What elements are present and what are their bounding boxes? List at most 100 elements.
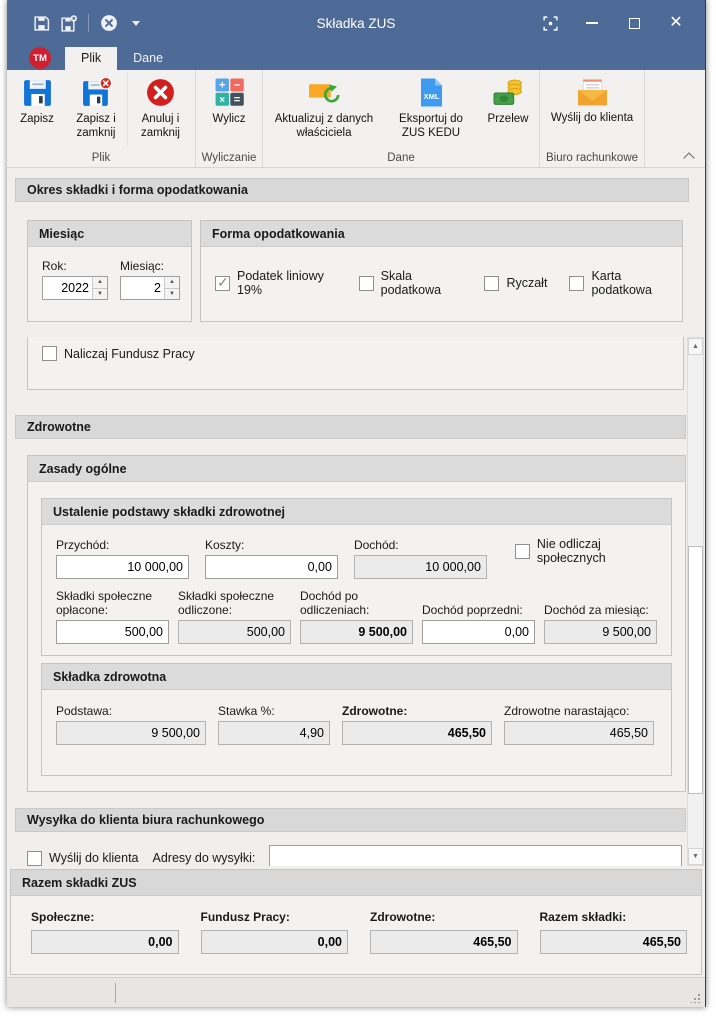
checkbox-box[interactable] — [27, 851, 42, 866]
podstawa-field: Podstawa: — [56, 704, 206, 745]
qat-separator — [88, 14, 89, 32]
rok-input[interactable] — [43, 277, 92, 299]
rok-stepper[interactable] — [42, 276, 108, 300]
button-label: Zapisz i zamknij — [68, 112, 124, 141]
close-button[interactable] — [655, 7, 697, 39]
spin-down-icon[interactable] — [165, 288, 179, 300]
checkbox-box[interactable] — [515, 544, 530, 559]
przychod-field: Przychód: — [56, 538, 189, 579]
vertical-scrollbar[interactable] — [687, 337, 704, 866]
groupbox-title: Składka zdrowotna — [42, 664, 671, 690]
zapisz-button[interactable]: Zapisz — [9, 72, 65, 146]
razem-fundusz-field: Fundusz Pracy: — [201, 910, 349, 954]
spoleczne-groupbox-clipped: Naliczaj Fundusz Pracy — [27, 337, 684, 390]
razem-skladki-section: Razem składki ZUS Społeczne: Fundusz Pra… — [10, 869, 702, 975]
wylicz-button[interactable]: + − × = Wylicz — [198, 72, 260, 146]
tab-dane[interactable]: Dane — [117, 47, 179, 70]
xml-file-icon: XML — [416, 77, 447, 108]
capture-button[interactable] — [529, 7, 571, 39]
razem-spoleczne-input — [31, 930, 179, 954]
maximize-button[interactable] — [613, 7, 655, 39]
eksportuj-button[interactable]: XML Eksportuj do ZUS KEDU — [383, 72, 479, 146]
field-label: Razem składki: — [540, 910, 688, 924]
anuluj-i-zamknij-button[interactable]: Anuluj i zamknij — [127, 72, 193, 146]
checkbox-karta-podatkowa[interactable]: Karta podatkowa — [569, 269, 672, 297]
checkbox-box[interactable] — [484, 276, 499, 291]
przychod-input[interactable] — [56, 555, 189, 579]
quick-save-close-button[interactable] — [58, 13, 78, 33]
checkbox-box[interactable] — [569, 276, 584, 291]
miesiac-input[interactable] — [121, 277, 164, 299]
checkbox-label: Karta podatkowa — [591, 269, 672, 297]
razem-spoleczne-field: Społeczne: — [31, 910, 179, 954]
razem-zdrowotne-field: Zdrowotne: — [370, 910, 518, 954]
spoleczne-odliczone-input — [178, 620, 291, 644]
field-label: Dochód za miesiąc: — [544, 587, 657, 617]
checkbox-label: Nie odliczaj społecznych — [537, 537, 657, 565]
checkbox-wyslij-do-klienta[interactable]: Wyślij do klienta — [27, 851, 139, 866]
svg-text:−: − — [233, 79, 239, 91]
quick-cancel-button[interactable] — [99, 13, 119, 33]
button-label: Wyślij do klienta — [551, 111, 633, 125]
quick-save-button[interactable] — [31, 13, 51, 33]
checkbox-skala-podatkowa[interactable]: Skala podatkowa — [359, 269, 463, 297]
spoleczne-oplacone-input[interactable] — [56, 620, 169, 644]
button-label: Przelew — [488, 112, 529, 126]
checkbox-box[interactable] — [215, 276, 230, 291]
spin-up-icon[interactable] — [165, 277, 179, 288]
groupbox-title: Forma opodatkowania — [201, 221, 682, 247]
refresh-from-owner-icon — [308, 77, 341, 108]
checkbox-nie-odliczaj[interactable]: Nie odliczaj społecznych — [515, 537, 657, 565]
dochod-po-odliczeniach-input — [300, 620, 413, 644]
checkbox-box[interactable] — [42, 346, 57, 361]
minimize-icon — [586, 22, 598, 24]
dochod-poprzedni-input[interactable] — [422, 620, 535, 644]
checkbox-naliczaj-fundusz[interactable]: Naliczaj Fundusz Pracy — [42, 346, 195, 361]
spin-down-icon[interactable] — [93, 288, 107, 300]
save-icon — [33, 15, 50, 32]
main-content: Okres składki i forma opodatkowania Mies… — [7, 168, 705, 869]
spoleczne-odliczone-field: Składki społeczne odliczone: — [178, 587, 291, 644]
svg-text:+: + — [219, 80, 225, 92]
section-title: Wysyłka do klienta biura rachunkowego — [27, 813, 264, 827]
dochod-za-miesiac-input — [544, 620, 657, 644]
checkbox-box[interactable] — [359, 276, 374, 291]
scroll-up-button[interactable] — [688, 338, 703, 355]
maximize-icon — [629, 18, 640, 29]
ribbon-group-dane: Aktualizuj z danych właściciela XML Eksp… — [263, 70, 540, 167]
ustalenie-podstawy-groupbox: Ustalenie podstawy składki zdrowotnej Pr… — [41, 498, 672, 656]
cancel-circle-icon — [100, 14, 118, 32]
checkbox-ryczalt[interactable]: Ryczałt — [484, 276, 547, 291]
zdrowotne-narastajaco-input — [504, 721, 654, 745]
stawka-field: Stawka %: — [218, 704, 330, 745]
aktualizuj-button[interactable]: Aktualizuj z danych właściciela — [265, 72, 383, 146]
scrollbar-thumb[interactable] — [688, 546, 703, 794]
dochod-input — [354, 555, 487, 579]
resize-grip[interactable] — [691, 993, 701, 1003]
przelew-button[interactable]: Przelew — [479, 72, 537, 146]
status-divider — [115, 983, 116, 1003]
qat-dropdown-button[interactable] — [126, 13, 146, 33]
zapisz-i-zamknij-button[interactable]: Zapisz i zamknij — [65, 72, 127, 146]
tab-plik[interactable]: Plik — [65, 47, 117, 70]
miesiac-stepper[interactable] — [120, 276, 180, 300]
podstawa-input — [56, 721, 206, 745]
button-label: Eksportuj do ZUS KEDU — [386, 112, 476, 141]
minimize-button[interactable] — [571, 7, 613, 39]
scroll-down-button[interactable] — [688, 848, 703, 865]
koszty-input[interactable] — [205, 555, 338, 579]
wyslij-do-klienta-button[interactable]: Wyślij do klienta — [542, 72, 642, 146]
scroll-panel: Naliczaj Fundusz Pracy Zdrowotne Zasady … — [15, 337, 704, 866]
spoleczne-oplacone-field: Składki społeczne opłacone: — [56, 587, 169, 644]
ribbon-group-wyliczanie: + − × = Wylicz Wyliczanie — [196, 70, 263, 167]
checkbox-podatek-liniowy[interactable]: Podatek liniowy 19% — [215, 269, 337, 297]
dochod-poprzedni-field: Dochód poprzedni: — [422, 587, 535, 644]
adresy-input[interactable] — [269, 845, 682, 866]
spin-up-icon[interactable] — [93, 277, 107, 288]
ribbon-collapse-chevron[interactable] — [685, 151, 693, 159]
skladka-zdrowotna-groupbox: Składka zdrowotna Podstawa: Stawka %: — [41, 663, 672, 776]
section-title: Okres składki i forma opodatkowania — [27, 183, 248, 197]
razem-razem-field: Razem składki: — [540, 910, 688, 954]
app-logo[interactable]: TM — [29, 47, 51, 69]
groupbox-title: Miesiąc — [28, 221, 191, 247]
